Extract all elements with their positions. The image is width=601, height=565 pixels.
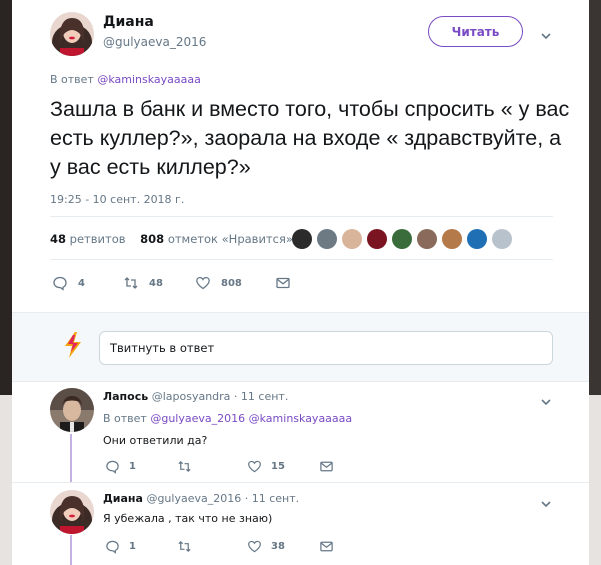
chevron-down-icon[interactable] xyxy=(540,27,552,40)
liker-avatar[interactable] xyxy=(417,229,437,249)
author-name[interactable]: Диана xyxy=(103,14,154,30)
like-button[interactable]: 808 xyxy=(195,275,275,291)
reply-context: В ответ @gulyaeva_2016 @kaminskayaaaaa xyxy=(103,412,352,425)
reply-item[interactable]: Лапось @laposyandra · 11 сент. В ответ @… xyxy=(12,382,589,482)
user-avatar-icon xyxy=(62,331,84,359)
reply-button[interactable]: 1 xyxy=(105,459,177,474)
divider xyxy=(50,259,553,260)
reply-time[interactable]: · 11 сент. xyxy=(234,390,288,403)
tweet-card: Диана @gulyaeva_2016 Читать В ответ @kam… xyxy=(12,0,589,565)
like-action-count: 808 xyxy=(221,277,242,289)
heart-icon xyxy=(248,540,261,553)
tweet-actions: 4 48 808 xyxy=(52,275,291,291)
divider xyxy=(50,216,553,217)
background-left-bottom xyxy=(0,395,12,565)
heart-icon xyxy=(248,460,261,473)
like-count: 15 xyxy=(271,461,285,472)
reply-text: Я убежала , так что не знаю) xyxy=(103,512,273,525)
main-tweet: Диана @gulyaeva_2016 Читать В ответ @kam… xyxy=(12,0,589,312)
reply-count: 1 xyxy=(129,541,136,552)
reply-text: Они ответили да? xyxy=(103,434,208,447)
liker-avatar[interactable] xyxy=(492,229,512,249)
envelope-icon xyxy=(276,277,290,289)
reply-icon xyxy=(106,540,119,554)
reply-time[interactable]: · 11 сент. xyxy=(245,492,299,505)
chevron-down-icon[interactable] xyxy=(540,393,552,406)
like-count-label[interactable]: отметок «Нравится» xyxy=(168,232,293,246)
reply-header: Диана @gulyaeva_2016 · 11 сент. xyxy=(103,492,299,505)
envelope-icon xyxy=(320,461,333,472)
reply-avatar[interactable] xyxy=(50,388,94,432)
heart-icon xyxy=(196,276,210,290)
thread-line xyxy=(70,434,72,482)
reply-compose: Твитнуть в ответ xyxy=(12,312,589,382)
reply-actions: 1 38 xyxy=(105,539,334,554)
reply-icon xyxy=(53,276,67,291)
like-button[interactable]: 38 xyxy=(247,539,319,554)
reply-to-link[interactable]: @kaminskayaaaaa xyxy=(249,412,353,425)
liker-avatar[interactable] xyxy=(442,229,462,249)
likers-avatars xyxy=(292,229,517,249)
reply-actions: 1 15 xyxy=(105,459,334,474)
reply-author-name[interactable]: Лапось xyxy=(103,390,148,403)
reply-to-link[interactable]: @kaminskayaaaaa xyxy=(97,73,201,86)
chevron-down-icon[interactable] xyxy=(540,495,552,508)
retweet-action-count: 48 xyxy=(149,277,163,289)
liker-avatar[interactable] xyxy=(317,229,337,249)
retweet-icon xyxy=(178,540,191,553)
retweet-button[interactable] xyxy=(177,539,247,554)
liker-avatar[interactable] xyxy=(467,229,487,249)
author-avatar[interactable] xyxy=(50,12,94,56)
retweet-count[interactable]: 48 xyxy=(50,232,66,246)
direct-message-button[interactable] xyxy=(275,275,291,291)
reply-button[interactable]: 1 xyxy=(105,539,177,554)
reply-author-name[interactable]: Диана xyxy=(103,492,143,505)
direct-message-button[interactable] xyxy=(319,459,334,474)
follow-button[interactable]: Читать xyxy=(428,16,523,47)
reply-prefix: В ответ xyxy=(50,73,94,86)
retweet-icon xyxy=(178,460,191,473)
reply-button[interactable]: 4 xyxy=(52,275,123,291)
like-count: 38 xyxy=(271,541,285,552)
reply-prefix: В ответ xyxy=(103,412,147,425)
reply-count: 4 xyxy=(78,277,85,289)
reply-input[interactable]: Твитнуть в ответ xyxy=(99,331,553,365)
reply-count: 1 xyxy=(129,461,136,472)
author-handle[interactable]: @gulyaeva_2016 xyxy=(103,35,206,49)
liker-avatar[interactable] xyxy=(292,229,312,249)
tweet-stats: 48 ретвитов 808 отметок «Нравится» xyxy=(50,232,293,246)
thread-line xyxy=(70,535,72,565)
liker-avatar[interactable] xyxy=(367,229,387,249)
retweet-button[interactable]: 48 xyxy=(123,275,195,291)
liker-avatar[interactable] xyxy=(392,229,412,249)
background-right-bottom xyxy=(589,395,601,565)
reply-author-handle[interactable]: @laposyandra xyxy=(152,390,231,403)
like-button[interactable]: 15 xyxy=(247,459,319,474)
like-count[interactable]: 808 xyxy=(140,232,164,246)
retweet-button[interactable] xyxy=(177,459,247,474)
tweet-timestamp[interactable]: 19:25 - 10 сент. 2018 г. xyxy=(50,193,184,206)
reply-context: В ответ @kaminskayaaaaa xyxy=(50,73,201,86)
tweet-text: Зашла в банк и вместо того, чтобы спроси… xyxy=(50,97,570,179)
reply-to-link[interactable]: @gulyaeva_2016 xyxy=(150,412,245,425)
reply-icon xyxy=(106,460,119,474)
envelope-icon xyxy=(320,541,333,552)
liker-avatar[interactable] xyxy=(342,229,362,249)
retweet-count-label[interactable]: ретвитов xyxy=(70,232,126,246)
reply-avatar[interactable] xyxy=(50,490,94,534)
reply-header: Лапось @laposyandra · 11 сент. xyxy=(103,390,288,403)
reply-author-handle[interactable]: @gulyaeva_2016 xyxy=(146,492,241,505)
reply-item[interactable]: Диана @gulyaeva_2016 · 11 сент. Я убежал… xyxy=(12,483,589,565)
direct-message-button[interactable] xyxy=(319,539,334,554)
retweet-icon xyxy=(124,277,138,289)
